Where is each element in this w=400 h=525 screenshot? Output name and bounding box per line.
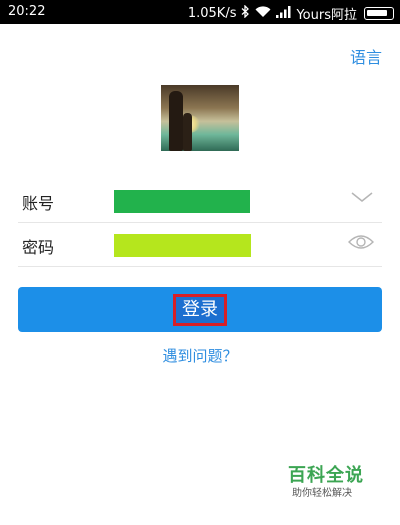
account-input[interactable] — [114, 190, 250, 213]
bluetooth-icon — [241, 4, 250, 22]
account-row: 账号 — [18, 179, 382, 223]
carrier-name: Yours阿拉 — [296, 8, 357, 23]
chevron-down-icon[interactable] — [350, 189, 374, 209]
password-input[interactable] — [114, 234, 251, 257]
network-speed: 1.05K/s — [187, 6, 237, 21]
signal-icon — [276, 5, 291, 22]
status-time: 20:22 — [8, 4, 46, 19]
password-row: 密码 — [18, 223, 382, 267]
avatar-figure-child — [183, 113, 192, 151]
help-link[interactable]: 遇到问题？ — [0, 345, 400, 366]
eye-icon[interactable] — [348, 233, 374, 255]
account-label: 账号 — [22, 194, 55, 213]
watermark-subtitle: 助你轻松解决 — [292, 488, 352, 499]
password-label: 密码 — [22, 238, 55, 257]
language-link[interactable]: 语言 — [350, 44, 382, 68]
status-bar: 20:22 1.05K/s Yours阿拉 — [0, 0, 400, 24]
login-button-label[interactable]: 登录 — [173, 294, 227, 326]
status-indicators: 1.05K/s Yours阿拉 — [188, 4, 394, 23]
battery-icon — [364, 7, 394, 20]
avatar-figure-adult — [169, 91, 183, 151]
avatar — [161, 85, 239, 151]
wifi-icon — [255, 5, 271, 22]
